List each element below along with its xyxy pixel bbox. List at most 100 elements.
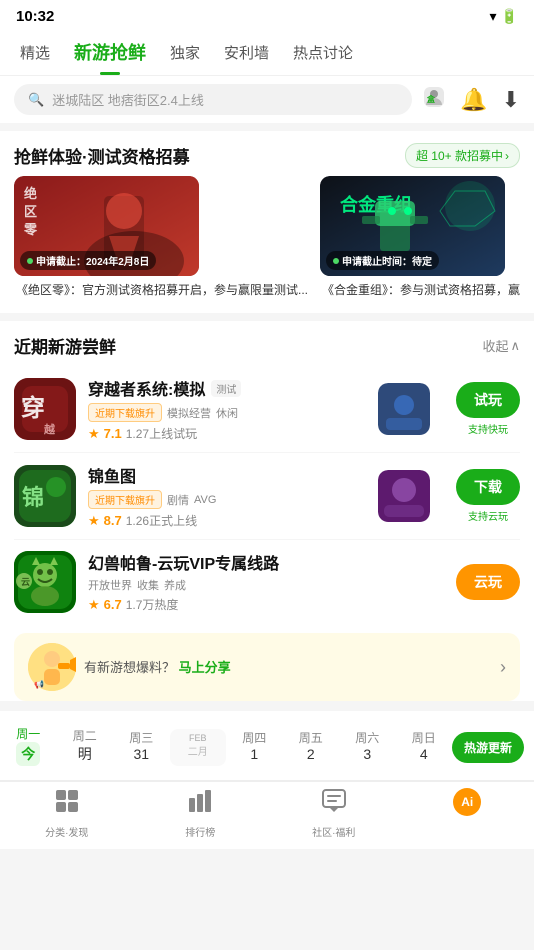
tab-anli[interactable]: 安利墙 [214, 32, 279, 73]
card-desc-1: 《绝区零》：官方测试资格招募开启，参与赢限量测试... [14, 276, 310, 299]
genre-jinyu-1: 剧情 [167, 492, 189, 508]
game-item-jinyu: 锦 锦鱼图 近期下载旗升 剧情 AVG ★ 8.7 1.26正式上线 下载 支持… [14, 453, 520, 540]
carousel-row: 绝 区 零 申请截止：2024年2月8日 《绝区零》：官方测试资格招募开启，参与… [14, 176, 520, 313]
action-jinyu: 下载 支持云玩 [456, 469, 520, 523]
svg-text:绝: 绝 [24, 186, 37, 201]
weekday-thursday[interactable]: 周四 1 [226, 725, 283, 770]
share-text: 有新游想爆料？ 马上分享 [84, 660, 231, 675]
weekday-tuesday[interactable]: 周二 明 [57, 723, 114, 772]
genre-1: 模拟经营 [167, 405, 211, 421]
svg-text:零: 零 [23, 222, 38, 237]
search-icon: 🔍 [28, 92, 44, 108]
battery-icon: 🔋 [501, 8, 518, 25]
community-icon [321, 788, 347, 821]
game-rating-hpalu: ★ 6.7 1.7万热度 [88, 596, 444, 613]
rank-icon [187, 788, 213, 821]
weekday-num-sun: 4 [420, 746, 428, 762]
nav-profile[interactable]: Ai [401, 788, 534, 839]
hot-update-button[interactable]: 热游更新 [452, 732, 524, 763]
test-section-header: 抢鲜体验·测试资格招募 超 10+ 款招募中 › [14, 131, 520, 176]
genre-jinyu-2: AVG [194, 494, 216, 506]
search-box[interactable]: 🔍 迷城陆区 地痞街区2.4上线 [14, 84, 412, 115]
test-badge[interactable]: 超 10+ 款招募中 › [405, 143, 520, 168]
badge-download-jinyu: 近期下载旗升 [88, 490, 162, 509]
weekday-num-tue: 明 [78, 744, 92, 764]
play-button-hpalu[interactable]: 云玩 [456, 564, 520, 600]
game-info-hpalu: 幻兽帕鲁-云玩VIP专属线路 开放世界 收集 养成 ★ 6.7 1.7万热度 [88, 550, 444, 613]
game-name-jinyu: 锦鱼图 [88, 463, 136, 487]
action-traveler: 试玩 支持快玩 [456, 382, 520, 436]
carousel-img-2: 合金重组 申请截止时间：待定 [320, 176, 505, 276]
genre-2: 休闲 [216, 405, 238, 421]
svg-text:盒: 盒 [426, 94, 436, 104]
download-icon[interactable]: ⬇ [502, 87, 520, 113]
status-icons: ▾ 🔋 [490, 8, 518, 25]
bottom-nav: 分类·发现 排行榜 社区·福利 Ai [0, 781, 534, 849]
collapse-button[interactable]: 收起 ∧ [482, 336, 520, 355]
search-placeholder: 迷城陆区 地痞街区2.4上线 [52, 90, 204, 109]
game-icon-traveler: 穿 越 [14, 378, 76, 440]
share-banner[interactable]: 📢 有新游想爆料？ 马上分享 › [14, 633, 520, 701]
genre-hpalu-3: 养成 [164, 577, 186, 593]
game-badges-hpalu: 开放世界 收集 养成 [88, 577, 444, 593]
recent-section-header: 近期新游尝鲜 收起 ∧ [14, 321, 520, 366]
share-arrow: › [500, 657, 506, 678]
card-desc-2: 《合金重组》：参与测试资格招募，赢2月限量测试资格 [320, 276, 520, 299]
weekday-label-mon: 周一 [16, 725, 40, 742]
nav-tabs: 精选 新游抢鲜 独家 安利墙 热点讨论 [0, 29, 534, 76]
nav-classify[interactable]: 分类·发现 [0, 788, 134, 839]
game-tag-traveler: 测试 [211, 380, 241, 397]
carousel-card-hejin[interactable]: 合金重组 申请截止时间：待定 《合金重组》：参与测试资格招 [320, 176, 520, 299]
weekday-monday[interactable]: 周一 今 [0, 721, 57, 774]
avatar-icon[interactable]: 盒 [422, 85, 446, 115]
test-section-title: 抢鲜体验·测试资格招募 [14, 143, 190, 168]
download-button-jinyu[interactable]: 下载 [456, 469, 520, 505]
action-sub-traveler: 支持快玩 [468, 421, 508, 436]
card-tag-2: 申请截止时间：待定 [326, 251, 439, 270]
tab-dujia[interactable]: 独家 [160, 32, 210, 73]
game-item-traveler: 穿 越 穿越者系统:模拟 测试 近期下载旗升 模拟经营 休闲 ★ 7.1 1.2… [14, 366, 520, 453]
nav-label-rank: 排行榜 [185, 824, 215, 839]
game-item-hpalu: 云 幻兽帕鲁-云玩VIP专属线路 开放世界 收集 养成 ★ 6.7 1.7万热度… [14, 540, 520, 623]
weekday-label-tue: 周二 [73, 727, 97, 744]
status-time: 10:32 [16, 8, 54, 25]
tab-jingxuan[interactable]: 精选 [10, 32, 60, 73]
search-row: 🔍 迷城陆区 地痞街区2.4上线 盒 🔔 ⬇ [0, 76, 534, 123]
weekday-label-feb: FEB [189, 733, 207, 743]
weekday-saturday[interactable]: 周六 3 [339, 725, 396, 770]
nav-rank[interactable]: 排行榜 [134, 788, 268, 839]
weekday-label-thu: 周四 [242, 729, 266, 746]
weekday-num-sat: 3 [363, 746, 371, 762]
game-name-traveler: 穿越者系统:模拟 [88, 376, 205, 400]
recent-section-title: 近期新游尝鲜 [14, 333, 116, 358]
svg-text:云: 云 [21, 577, 30, 587]
test-section: 抢鲜体验·测试资格招募 超 10+ 款招募中 › 绝 区 [0, 131, 534, 313]
weekday-label-sun: 周日 [412, 729, 436, 746]
star-icon-hpalu: ★ [88, 597, 100, 613]
weekday-wednesday[interactable]: 周三 31 [113, 725, 170, 770]
weekday-sunday[interactable]: 周日 4 [396, 725, 453, 770]
carousel-card-juequling[interactable]: 绝 区 零 申请截止：2024年2月8日 《绝区零》：官方测试资格招募开启，参与… [14, 176, 310, 299]
nav-community[interactable]: 社区·福利 [267, 788, 401, 839]
weekday-num-feb: 二月 [188, 743, 208, 758]
play-button-traveler[interactable]: 试玩 [456, 382, 520, 418]
share-highlight: 马上分享 [179, 660, 231, 675]
star-icon-jinyu: ★ [88, 513, 100, 529]
weekday-feb: FEB 二月 [170, 729, 227, 766]
weekday-label-fri: 周五 [299, 729, 323, 746]
bell-icon[interactable]: 🔔 [460, 87, 487, 113]
genre-hpalu-1: 开放世界 [88, 577, 132, 593]
weekday-label-sat: 周六 [355, 729, 379, 746]
action-hpalu: 云玩 [456, 564, 520, 600]
game-icon-hpalu: 云 [14, 551, 76, 613]
aside-thumb-traveler [378, 383, 430, 435]
genre-hpalu-2: 收集 [137, 577, 159, 593]
weekday-num-mon: 今 [16, 742, 40, 766]
action-icons: 盒 🔔 ⬇ [422, 85, 520, 115]
tab-xinyou[interactable]: 新游抢鲜 [64, 29, 156, 75]
weekday-friday[interactable]: 周五 2 [283, 725, 340, 770]
game-name-hpalu: 幻兽帕鲁-云玩VIP专属线路 [88, 550, 279, 574]
nav-label-community: 社区·福利 [312, 824, 355, 839]
badge-download-traveler: 近期下载旗升 [88, 403, 162, 422]
tab-redian[interactable]: 热点讨论 [283, 32, 363, 73]
